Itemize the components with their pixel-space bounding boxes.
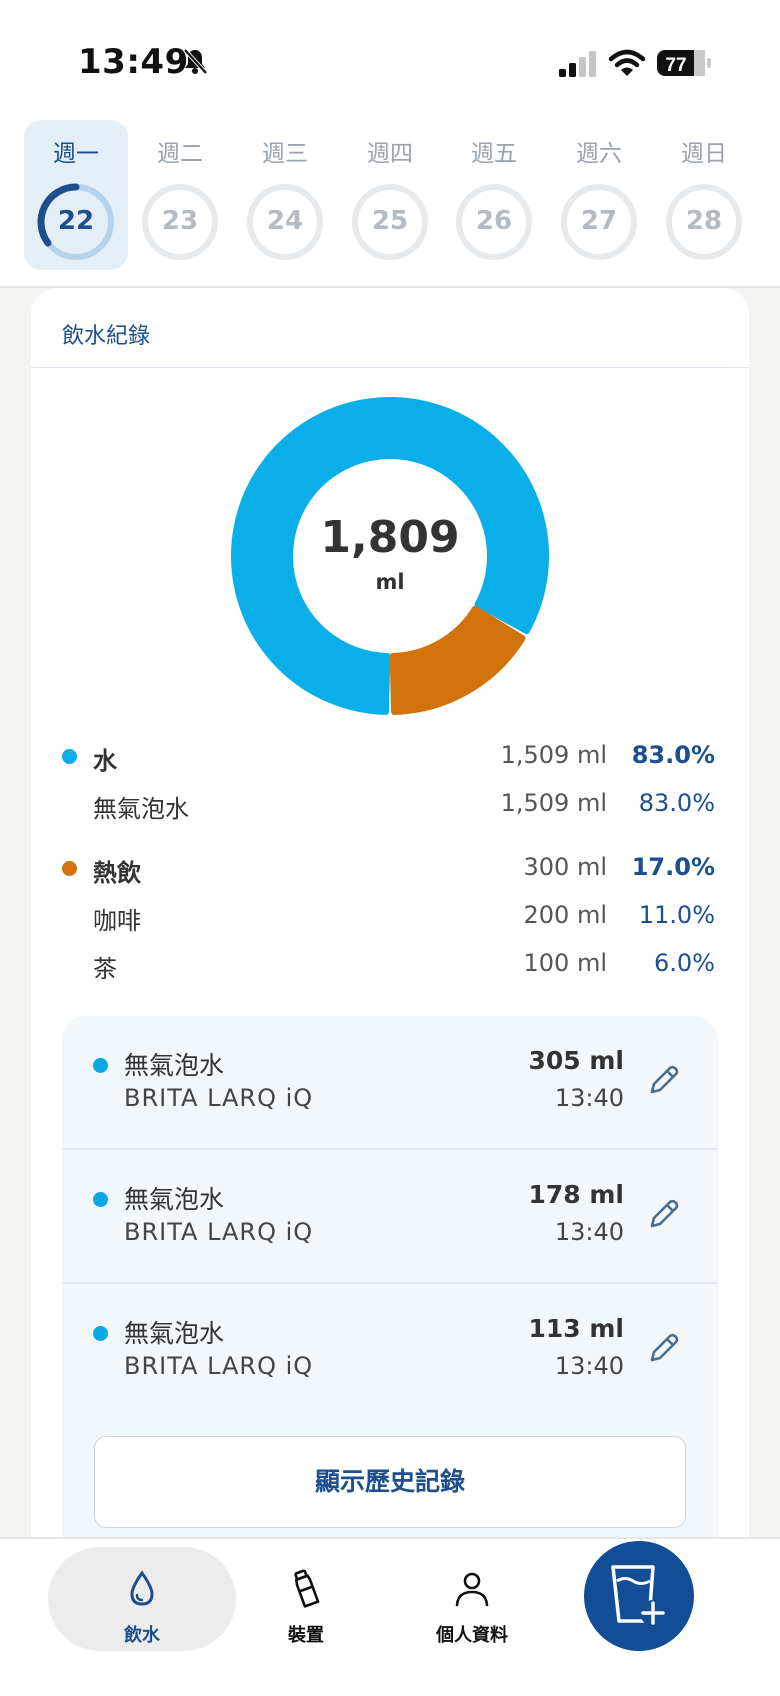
day-number: 28 bbox=[685, 206, 723, 236]
day-label: 週日 bbox=[681, 141, 727, 167]
subcategory-amount: 200 ml bbox=[523, 901, 607, 929]
intake-card: 飲水紀錄 1,809 ml 水 1,509 ml 83.0% 無氣泡水 1,50… bbox=[31, 288, 749, 1538]
day-number: 23 bbox=[161, 206, 199, 236]
entry-time: 13:40 bbox=[554, 1084, 624, 1112]
nav-label: 個人資料 bbox=[436, 1625, 508, 1646]
subcategory-amount: 100 ml bbox=[523, 949, 607, 977]
subcategory-row-still-water: 無氣泡水 1,509 ml 83.0% bbox=[31, 784, 749, 824]
category-name: 熱飲 bbox=[93, 859, 141, 887]
day-number: 25 bbox=[371, 206, 409, 236]
nav-tab-drink[interactable]: 飲水 bbox=[48, 1547, 236, 1651]
intake-entry[interactable]: 無氣泡水 BRITA LARQ iQ 305 ml 13:40 bbox=[62, 1016, 718, 1150]
category-percent: 17.0% bbox=[631, 853, 715, 881]
day-label: 週一 bbox=[53, 141, 99, 167]
entry-amount: 113 ml bbox=[528, 1314, 624, 1343]
day-number: 22 bbox=[57, 206, 95, 236]
day-label: 週三 bbox=[262, 141, 308, 167]
day-label: 週四 bbox=[367, 141, 413, 167]
subcategory-name: 無氣泡水 bbox=[93, 795, 189, 823]
day-number: 26 bbox=[475, 206, 513, 236]
category-amount: 1,509 ml bbox=[500, 741, 607, 769]
category-amount: 300 ml bbox=[523, 853, 607, 881]
category-row-water: 水 1,509 ml 83.0% bbox=[31, 736, 749, 776]
entry-device: BRITA LARQ iQ bbox=[124, 1218, 314, 1246]
day-wednesday[interactable]: 週三 24 bbox=[233, 120, 337, 270]
day-label: 週六 bbox=[576, 141, 622, 167]
entry-device: BRITA LARQ iQ bbox=[124, 1084, 314, 1112]
water-color-dot bbox=[62, 749, 77, 764]
pencil-icon[interactable] bbox=[646, 1196, 682, 1232]
entry-color-dot bbox=[93, 1326, 108, 1341]
status-time: 13:49 bbox=[78, 42, 189, 82]
add-drink-button[interactable] bbox=[584, 1541, 694, 1651]
day-monday[interactable]: 週一 22 bbox=[24, 120, 128, 270]
week-selector: 週一 22 週二 23 週三 24 週四 25 週五 26 週六 27 週日 2… bbox=[0, 120, 780, 288]
day-tuesday[interactable]: 週二 23 bbox=[128, 120, 232, 270]
day-label: 週二 bbox=[157, 141, 203, 167]
pencil-icon[interactable] bbox=[646, 1062, 682, 1098]
hot-drink-color-dot bbox=[62, 861, 77, 876]
subcategory-percent: 6.0% bbox=[654, 949, 715, 977]
entry-drink-name: 無氣泡水 bbox=[124, 1319, 225, 1348]
nav-label: 飲水 bbox=[124, 1625, 160, 1646]
nav-label: 裝置 bbox=[288, 1625, 324, 1646]
day-saturday[interactable]: 週六 27 bbox=[547, 120, 651, 270]
day-friday[interactable]: 週五 26 bbox=[442, 120, 546, 270]
subcategory-name: 茶 bbox=[93, 955, 117, 983]
water-drop-icon bbox=[130, 1570, 154, 1606]
entry-color-dot bbox=[93, 1192, 108, 1207]
day-thursday[interactable]: 週四 25 bbox=[338, 120, 442, 270]
entry-drink-name: 無氣泡水 bbox=[124, 1185, 225, 1214]
subcategory-name: 咖啡 bbox=[93, 907, 141, 935]
pencil-icon[interactable] bbox=[646, 1330, 682, 1366]
cellular-signal-icon bbox=[559, 51, 596, 77]
bottle-icon bbox=[294, 1569, 320, 1608]
show-history-button[interactable]: 顯示歷史記錄 bbox=[94, 1436, 686, 1528]
category-percent: 83.0% bbox=[631, 741, 715, 769]
entry-color-dot bbox=[93, 1058, 108, 1073]
nav-tab-device[interactable]: 裝置 bbox=[256, 1539, 356, 1649]
day-number: 27 bbox=[580, 206, 618, 236]
entry-time: 13:40 bbox=[554, 1218, 624, 1246]
total-intake-value: 1,809 bbox=[320, 512, 460, 563]
category-name: 水 bbox=[93, 747, 117, 775]
entry-time: 13:40 bbox=[554, 1352, 624, 1380]
muted-bell-icon bbox=[183, 48, 208, 75]
subcategory-percent: 83.0% bbox=[638, 789, 715, 817]
entry-drink-name: 無氣泡水 bbox=[124, 1051, 225, 1080]
day-number: 24 bbox=[266, 206, 304, 236]
intake-entry[interactable]: 無氣泡水 BRITA LARQ iQ 113 ml 13:40 bbox=[62, 1284, 718, 1418]
category-row-hot-drinks: 熱飲 300 ml 17.0% bbox=[31, 848, 749, 888]
subcategory-amount: 1,509 ml bbox=[500, 789, 607, 817]
intake-entries-list: 無氣泡水 BRITA LARQ iQ 305 ml 13:40 無氣泡水 BRI… bbox=[62, 1016, 718, 1538]
entry-amount: 305 ml bbox=[528, 1046, 624, 1075]
subcategory-row-tea: 茶 100 ml 6.0% bbox=[31, 944, 749, 984]
card-title: 飲水紀錄 bbox=[62, 324, 151, 349]
battery-icon: 77 bbox=[657, 50, 711, 76]
day-sunday[interactable]: 週日 28 bbox=[652, 120, 756, 270]
subcategory-row-coffee: 咖啡 200 ml 11.0% bbox=[31, 896, 749, 936]
donut-slice-1 bbox=[389, 605, 526, 715]
day-label: 週五 bbox=[471, 141, 517, 167]
wifi-icon bbox=[608, 49, 646, 76]
entry-device: BRITA LARQ iQ bbox=[124, 1352, 314, 1380]
status-bar: 13:49 77 bbox=[0, 0, 780, 120]
battery-level: 77 bbox=[665, 55, 686, 76]
nav-tab-profile[interactable]: 個人資料 bbox=[412, 1539, 532, 1649]
subcategory-percent: 11.0% bbox=[638, 901, 715, 929]
total-intake-unit: ml bbox=[375, 570, 405, 594]
cup-plus-icon bbox=[611, 1565, 666, 1626]
person-icon bbox=[455, 1572, 489, 1607]
entry-amount: 178 ml bbox=[528, 1180, 624, 1209]
intake-entry[interactable]: 無氣泡水 BRITA LARQ iQ 178 ml 13:40 bbox=[62, 1150, 718, 1284]
card-divider bbox=[31, 367, 749, 368]
